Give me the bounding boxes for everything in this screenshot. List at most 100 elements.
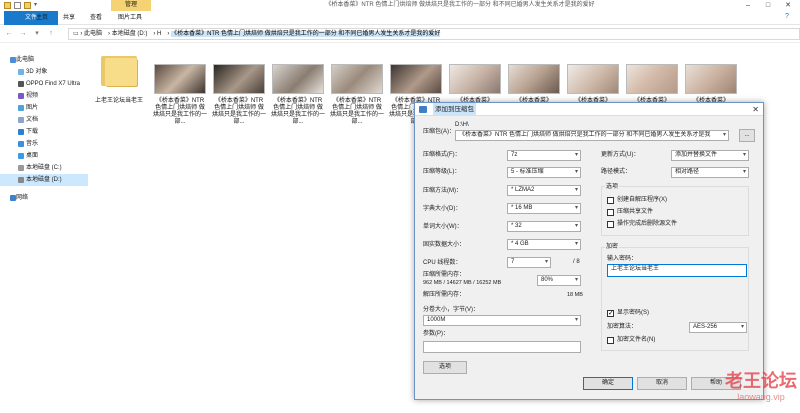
back-icon[interactable]: ← (4, 28, 14, 40)
method-select[interactable]: * LZMA2 ▾ (507, 185, 581, 196)
file-item-image[interactable]: 《桥本香菜》 (684, 64, 738, 105)
format-select[interactable]: 7z ▾ (507, 150, 581, 161)
shared-files-checkbox[interactable] (607, 209, 614, 216)
video-thumbnail (154, 64, 206, 94)
select-value: * 32 (511, 223, 522, 229)
encryption-method-label: 加密算法： (607, 324, 638, 330)
sidebar-item-drive-c[interactable]: 本地磁盘 (C:) (0, 162, 88, 174)
recent-dropdown-icon[interactable]: ▾ (32, 28, 42, 40)
shared-files-label: 压缩共享文件 (617, 209, 654, 215)
forward-icon[interactable]: → (18, 28, 28, 40)
breadcrumb-current-folder[interactable]: 《桥本香菜》NTR 色情上门烘焙师 做烘焙只是我工作的一部分 和不同已婚男人发生… (171, 31, 441, 37)
image-thumbnail (685, 64, 737, 94)
close-icon[interactable]: ✕ (778, 0, 798, 11)
select-value: 7 (511, 259, 515, 265)
cube-icon (18, 69, 24, 75)
file-item-video[interactable]: 《桥本香菜》NTR 色情上门烘焙师 做烘焙只是我工作的一部... (212, 64, 266, 126)
threads-label: CPU 线程数： (423, 260, 462, 266)
show-password-checkbox[interactable] (607, 309, 614, 317)
update-mode-select[interactable]: 添加并替换文件 ▾ (671, 150, 749, 161)
sidebar: 此电脑 3D 对象 OPPO Find X7 Ultra 视频 图片 文档 下载… (0, 44, 88, 413)
tab-share[interactable]: 共享 (57, 11, 81, 25)
video-thumbnail (272, 64, 324, 94)
properties-icon[interactable] (14, 2, 21, 9)
new-folder-icon[interactable] (24, 2, 31, 9)
breadcrumb-this-pc[interactable]: 此电脑 (84, 31, 102, 37)
encryption-method-select[interactable]: AES-256 ▾ (689, 322, 747, 333)
file-name: 《桥本香菜》NTR 色情上门烘焙师 做烘焙只是我工作的一部... (330, 98, 385, 125)
encrypt-filenames-checkbox[interactable] (607, 337, 614, 344)
split-volume-combo[interactable]: 1000M ▾ (423, 315, 581, 326)
solid-block-label: 固实数据大小： (423, 242, 466, 248)
file-item-video[interactable]: 《桥本香菜》NTR 色情上门烘焙师 做烘焙只是我工作的一部... (330, 64, 384, 126)
cancel-button[interactable]: 取消 (637, 377, 687, 390)
options-button[interactable]: 选项 (423, 361, 467, 374)
sidebar-item-label: 3D 对象 (26, 69, 48, 75)
sidebar-item-phone[interactable]: OPPO Find X7 Ultra (0, 78, 88, 90)
tab-manage[interactable]: 管理 (111, 0, 151, 11)
sidebar-item-drive-d[interactable]: 本地磁盘 (D:) (0, 174, 88, 186)
memory-usage-select[interactable]: 80% ▾ (537, 275, 581, 286)
breadcrumb-drive-d[interactable]: 本地磁盘 (D:) (112, 31, 148, 37)
select-value: 5 - 标准压缩 (511, 169, 544, 175)
sidebar-item-3d-objects[interactable]: 3D 对象 (0, 66, 88, 78)
sidebar-item-label: 本地磁盘 (D:) (26, 177, 62, 183)
tab-view[interactable]: 查看 (84, 11, 108, 25)
file-item-image[interactable]: 《桥本香菜》 (566, 64, 620, 105)
file-item-image[interactable]: 《桥本香菜》 (507, 64, 561, 105)
sidebar-item-downloads[interactable]: 下载 (0, 126, 88, 138)
watermark-url: laowang.vip (737, 392, 785, 402)
file-item-image[interactable]: 《桥本香菜》 (625, 64, 679, 105)
dictionary-select[interactable]: * 16 MB ▾ (507, 203, 581, 214)
drive-icon (18, 165, 24, 171)
quick-access-dropdown-icon[interactable]: ▾ (34, 0, 37, 11)
minimize-icon[interactable]: – (738, 0, 758, 11)
file-item-video[interactable]: 《桥本香菜》NTR 色情上门烘焙师 做烘焙只是我工作的一部... (271, 64, 325, 126)
help-icon[interactable]: ? (785, 13, 789, 20)
sidebar-item-label: 此电脑 (16, 57, 35, 63)
threads-select[interactable]: 7 ▾ (507, 257, 551, 268)
decompress-memory-label: 解压所需内存： (423, 292, 466, 298)
folder-icon[interactable] (4, 2, 11, 9)
watermark-logo: 老王论坛 laowang.vip (722, 372, 800, 403)
sidebar-item-music[interactable]: 音乐 (0, 138, 88, 150)
maximize-icon[interactable]: □ (758, 0, 778, 11)
file-name: 《桥本香菜》NTR 色情上门烘焙师 做烘焙只是我工作的一部... (271, 98, 326, 125)
file-item-folder[interactable]: 上老王论坛当老王 (92, 54, 146, 105)
ok-button[interactable]: 确定 (583, 377, 633, 390)
tab-picture-tools[interactable]: 图片工具 (112, 11, 148, 25)
sfx-checkbox[interactable] (607, 197, 614, 204)
select-value: 相对路径 (675, 169, 700, 175)
password-input[interactable]: 上老王论坛当老王 (607, 264, 747, 277)
browse-button[interactable]: ... (739, 129, 755, 142)
file-item-video[interactable]: 《桥本香菜》NTR 色情上门烘焙师 做烘焙只是我工作的一部... (153, 64, 207, 126)
path-mode-select[interactable]: 相对路径 ▾ (671, 167, 749, 178)
sidebar-item-this-pc[interactable]: 此电脑 (0, 54, 88, 66)
sidebar-item-network[interactable]: 网络 (0, 192, 88, 204)
up-icon[interactable]: ↑ (46, 28, 56, 40)
delete-after-checkbox[interactable] (607, 221, 614, 228)
computer-icon (10, 57, 16, 63)
sidebar-item-pictures[interactable]: 图片 (0, 102, 88, 114)
file-item-image[interactable]: 《桥本香菜》 (448, 64, 502, 105)
dialog-close-icon[interactable]: ✕ (752, 103, 759, 116)
archive-name-combo[interactable]: 《桥本香菜》NTR 色情上门烘焙师 做烘焙只是我工作的一部分 和不同已婚男人发生… (455, 130, 729, 141)
solid-block-select[interactable]: * 4 GB ▾ (507, 239, 581, 250)
sidebar-item-videos[interactable]: 视频 (0, 90, 88, 102)
level-select[interactable]: 5 - 标准压缩 ▾ (507, 167, 581, 178)
method-label: 压缩方法(M)： (423, 188, 462, 194)
sidebar-item-documents[interactable]: 文档 (0, 114, 88, 126)
level-label: 压缩等级(L)： (423, 169, 461, 175)
parameters-input[interactable] (423, 341, 581, 353)
document-icon (18, 117, 24, 123)
chevron-down-icon: ▾ (574, 152, 578, 158)
breadcrumb-h[interactable]: H (157, 31, 161, 37)
download-icon (18, 129, 24, 135)
tab-home[interactable]: 主页 (30, 11, 54, 25)
parameters-label: 参数(P)： (423, 331, 449, 337)
select-value: 1000M (427, 317, 446, 323)
address-bar[interactable]: ▭ › 此电脑 › 本地磁盘 (D:) › H › 《桥本香菜》NTR 色情上门烘焙师… (68, 28, 800, 40)
word-size-select[interactable]: * 32 ▾ (507, 221, 581, 232)
sidebar-item-label: 文档 (26, 117, 39, 123)
sidebar-item-desktop[interactable]: 桌面 (0, 150, 88, 162)
